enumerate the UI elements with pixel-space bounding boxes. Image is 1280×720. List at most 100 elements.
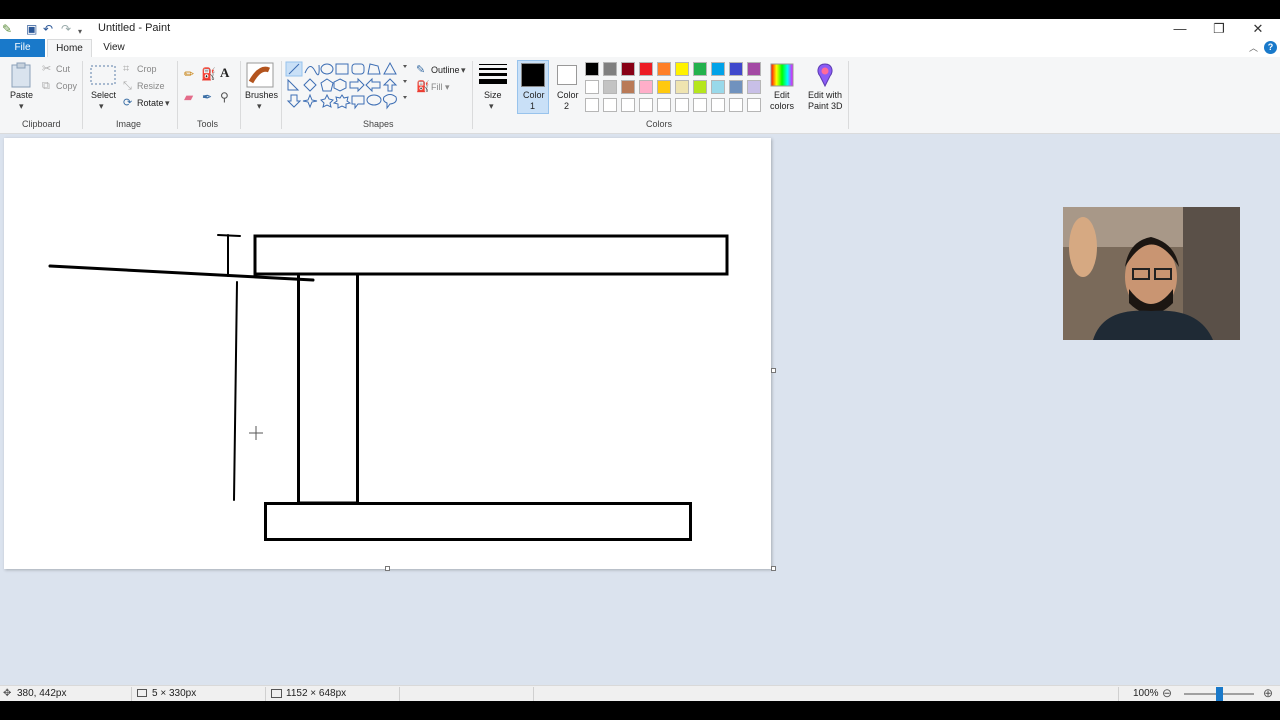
eraser-icon[interactable]: ▰	[184, 90, 193, 104]
select-button[interactable]: Select	[91, 90, 116, 100]
close-button[interactable]: ✕	[1245, 20, 1271, 38]
outline-button[interactable]: Outline	[431, 65, 460, 75]
zoom-in-icon[interactable]: ⊕	[1263, 686, 1273, 700]
color2-swatch[interactable]	[557, 65, 577, 85]
shapes-gallery[interactable]	[285, 61, 413, 113]
edit-colors-icon[interactable]	[770, 63, 794, 87]
palette-color-swatch[interactable]	[639, 62, 653, 76]
palette-color-swatch[interactable]	[657, 62, 671, 76]
size-icon[interactable]	[479, 63, 507, 85]
zoom-out-icon[interactable]: ⊖	[1162, 686, 1172, 700]
save-icon[interactable]: ▣	[26, 22, 37, 36]
customize-toolbar-chevron-icon[interactable]: ▾	[78, 25, 82, 39]
undo-icon[interactable]: ↶	[43, 22, 53, 36]
minimize-button[interactable]: —	[1167, 20, 1193, 38]
help-icon[interactable]: ?	[1264, 41, 1277, 54]
paste-dropdown-icon[interactable]: ▾	[19, 101, 24, 112]
edit-colors-label[interactable]: Edit	[774, 90, 790, 100]
color-picker-icon[interactable]: ✒	[202, 90, 212, 104]
magnifier-icon[interactable]: ⚲	[220, 90, 229, 104]
tools-group-label: Tools	[197, 119, 219, 129]
redo-icon[interactable]: ↷	[61, 22, 71, 36]
custom-color-slot[interactable]	[657, 98, 671, 112]
palette-color-swatch[interactable]	[693, 80, 707, 94]
palette-color-swatch[interactable]	[639, 80, 653, 94]
group-separator	[281, 61, 282, 129]
group-separator	[240, 61, 241, 129]
custom-color-slot[interactable]	[729, 98, 743, 112]
palette-color-swatch[interactable]	[747, 80, 761, 94]
palette-color-swatch[interactable]	[585, 62, 599, 76]
select-icon[interactable]	[90, 65, 116, 85]
brushes-button[interactable]: Brushes	[245, 90, 278, 100]
title-bar: ✎ ▣ ↶ ↷ ▾ Untitled - Paint — ❐ ✕	[0, 19, 1280, 39]
fill-bucket-icon[interactable]: ⛽	[201, 67, 216, 81]
palette-color-swatch[interactable]	[729, 62, 743, 76]
drawing-canvas[interactable]	[4, 138, 771, 569]
tab-home[interactable]: Home	[47, 39, 92, 57]
color1-swatch	[521, 63, 545, 87]
copy-button[interactable]: Copy	[56, 81, 77, 91]
cursor-position-icon: ✥	[3, 688, 12, 699]
fill-button[interactable]: Fill	[431, 82, 443, 92]
fill-dropdown-icon[interactable]: ▾	[445, 82, 450, 93]
palette-color-swatch[interactable]	[693, 62, 707, 76]
palette-color-swatch[interactable]	[621, 80, 635, 94]
outline-dropdown-icon[interactable]: ▾	[461, 65, 466, 76]
palette-color-swatch[interactable]	[675, 80, 689, 94]
palette-color-swatch[interactable]	[603, 80, 617, 94]
copy-icon: ⧉	[42, 80, 50, 92]
palette-color-swatch[interactable]	[585, 80, 599, 94]
canvas-resize-handle-bottom[interactable]	[385, 566, 390, 571]
resize-button[interactable]: Resize	[137, 81, 165, 91]
palette-color-swatch[interactable]	[747, 62, 761, 76]
cursor-position: 380, 442px	[17, 688, 67, 699]
paste-icon[interactable]	[10, 62, 32, 88]
image-size-icon	[271, 689, 282, 698]
restore-button[interactable]: ❐	[1206, 20, 1232, 38]
palette-color-swatch[interactable]	[711, 62, 725, 76]
cut-button[interactable]: Cut	[56, 64, 70, 74]
palette-color-swatch[interactable]	[657, 80, 671, 94]
brushes-icon[interactable]	[246, 62, 274, 88]
outline-icon: ✎	[416, 64, 426, 76]
pencil-icon[interactable]: ✏	[184, 67, 194, 81]
ribbon: Paste ▾ ✂ Cut ⧉ Copy Clipboard Select ▾ …	[0, 57, 1280, 134]
collapse-ribbon-icon[interactable]: ︿	[1249, 41, 1258, 54]
custom-color-slot[interactable]	[675, 98, 689, 112]
paint3d-icon[interactable]	[814, 62, 836, 88]
palette-color-swatch[interactable]	[729, 80, 743, 94]
custom-color-slot[interactable]	[747, 98, 761, 112]
status-separator	[1118, 687, 1119, 701]
size-dropdown-icon[interactable]: ▾	[489, 101, 494, 112]
custom-color-slot[interactable]	[711, 98, 725, 112]
tab-view[interactable]: View	[98, 39, 130, 57]
drawing	[48, 234, 729, 541]
canvas-resize-handle-corner[interactable]	[771, 566, 776, 571]
paint-app-icon: ✎	[2, 22, 13, 36]
custom-color-slot[interactable]	[621, 98, 635, 112]
paste-button[interactable]: Paste	[10, 90, 33, 100]
edit-with-paint3d-label[interactable]: Edit with	[808, 90, 842, 100]
brushes-dropdown-icon[interactable]: ▾	[257, 101, 262, 112]
edit-with-paint3d-label-2[interactable]: Paint 3D	[808, 101, 843, 111]
custom-color-slot[interactable]	[603, 98, 617, 112]
palette-color-swatch[interactable]	[603, 62, 617, 76]
custom-color-slot[interactable]	[585, 98, 599, 112]
crop-button[interactable]: Crop	[137, 64, 157, 74]
zoom-slider-thumb[interactable]	[1216, 687, 1223, 701]
palette-color-swatch[interactable]	[675, 62, 689, 76]
status-separator	[533, 687, 534, 701]
select-dropdown-icon[interactable]: ▾	[99, 101, 104, 112]
tab-file[interactable]: File	[0, 39, 45, 57]
palette-color-swatch[interactable]	[711, 80, 725, 94]
rotate-dropdown-icon[interactable]: ▾	[165, 98, 170, 109]
edit-colors-label-2[interactable]: colors	[770, 101, 794, 111]
custom-color-slot[interactable]	[639, 98, 653, 112]
rotate-button[interactable]: Rotate	[137, 98, 164, 108]
canvas-resize-handle-right[interactable]	[771, 368, 776, 373]
text-tool-icon[interactable]: A	[220, 66, 229, 80]
palette-color-swatch[interactable]	[621, 62, 635, 76]
custom-color-slot[interactable]	[693, 98, 707, 112]
size-button[interactable]: Size	[484, 90, 502, 100]
